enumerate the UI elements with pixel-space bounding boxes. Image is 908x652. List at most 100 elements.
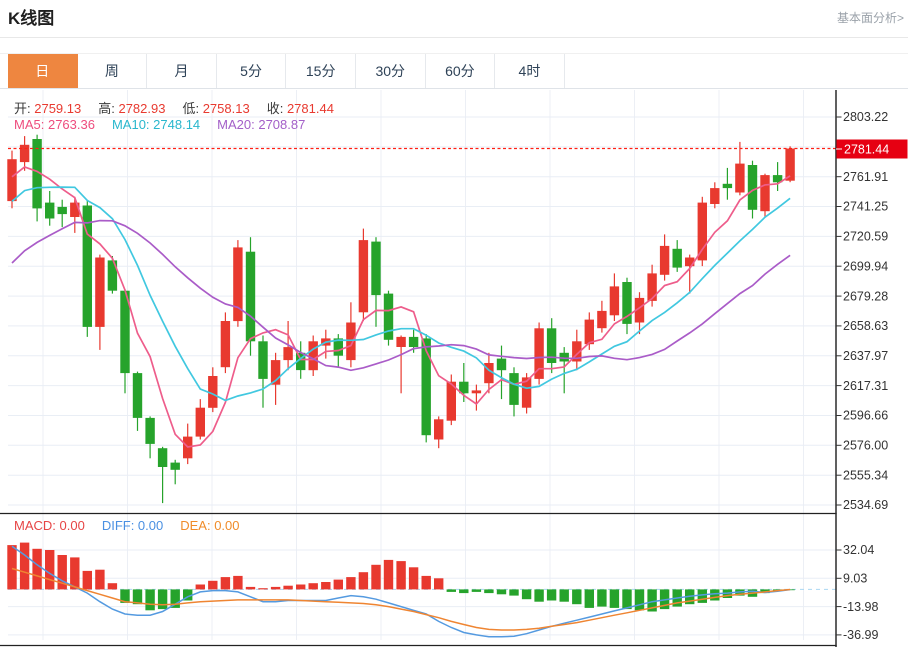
readout-field: 收: 2781.44 (267, 101, 334, 116)
readout-field: MA20: 2708.87 (217, 117, 305, 132)
candle-body (422, 338, 431, 435)
macd-bar (32, 549, 41, 590)
interval-tab[interactable]: 周 (78, 54, 148, 88)
macd-bar (196, 585, 205, 590)
macd-bar (534, 589, 543, 601)
field-value: 2782.93 (118, 101, 165, 116)
macd-bar (7, 545, 16, 589)
macd-bar (145, 589, 154, 610)
interval-tab[interactable]: 15分 (286, 54, 356, 88)
price-axis-label: 2761.91 (843, 170, 888, 184)
price-axis-label: 2658.63 (843, 319, 888, 333)
readout-field: MA5: 2763.36 (14, 117, 95, 132)
candle-body (673, 249, 682, 268)
readout-field: DEA: 0.00 (180, 518, 239, 533)
field-label: 开: (14, 101, 34, 116)
price-axis-label: 2720.59 (843, 230, 888, 244)
macd-axis-label: -36.99 (843, 628, 878, 642)
candle-body (20, 145, 29, 162)
candle-body (748, 165, 757, 210)
price-axis-label: 2741.25 (843, 200, 888, 214)
candle-body (585, 320, 594, 345)
macd-bar (522, 589, 531, 599)
candle-body (597, 311, 606, 328)
candle-body (145, 418, 154, 444)
price-axis-label: 2576.00 (843, 439, 888, 453)
macd-bar (95, 570, 104, 590)
macd-bar (560, 589, 569, 601)
candle-body (710, 188, 719, 204)
macd-bar (698, 589, 707, 603)
macd-bar (171, 589, 180, 608)
macd-bar (283, 586, 292, 590)
macd-bar (710, 589, 719, 600)
macd-bar (509, 589, 518, 595)
macd-bar (472, 589, 481, 592)
macd-bar (83, 571, 92, 590)
macd-bar (346, 577, 355, 589)
candle-body (133, 373, 142, 418)
price-axis-label: 2534.69 (843, 498, 888, 512)
macd-bar (208, 581, 217, 590)
field-label: MACD: (14, 518, 60, 533)
macd-bar (371, 565, 380, 590)
candle-body (95, 258, 104, 327)
macd-bar (45, 550, 54, 589)
field-value: 2748.14 (153, 117, 200, 132)
price-axis-label: 2596.66 (843, 409, 888, 423)
interval-tab[interactable]: 月 (147, 54, 217, 88)
candle-body (171, 463, 180, 470)
candle-body (647, 273, 656, 301)
macd-bar (409, 567, 418, 589)
candle-body (309, 341, 318, 370)
candle-body (735, 164, 744, 193)
macd-bar (610, 589, 619, 608)
candle-body (258, 341, 267, 379)
ma-readout: MA5: 2763.36 MA10: 2748.14 MA20: 2708.87 (14, 117, 322, 132)
macd-bar (635, 589, 644, 610)
field-label: DEA: (180, 518, 214, 533)
candle-body (723, 184, 732, 188)
field-value: 0.00 (138, 518, 163, 533)
interval-tab[interactable]: 60分 (426, 54, 496, 88)
interval-tab[interactable]: 4时 (495, 54, 565, 88)
candle-body (760, 175, 769, 211)
macd-bar (459, 589, 468, 593)
field-label: MA5: (14, 117, 48, 132)
price-axis-label: 2555.34 (843, 468, 888, 482)
readout-field: MA10: 2748.14 (112, 117, 200, 132)
field-value: 0.00 (214, 518, 239, 533)
field-label: 低: (182, 101, 202, 116)
field-label: MA20: (217, 117, 258, 132)
macd-bar (484, 589, 493, 593)
candle-body (221, 321, 230, 367)
macd-bar (547, 589, 556, 600)
candle-body (196, 408, 205, 437)
price-axis-label: 2617.31 (843, 379, 888, 393)
interval-tab[interactable]: 5分 (217, 54, 287, 88)
price-axis-label: 2803.22 (843, 110, 888, 124)
candle-body (509, 373, 518, 405)
macd-bar (233, 576, 242, 590)
interval-tabs: 日周月5分15分30分60分4时 (0, 53, 908, 89)
field-label: DIFF: (102, 518, 138, 533)
macd-bar (434, 578, 443, 589)
candle-body (396, 337, 405, 347)
macd-bar (321, 582, 330, 589)
candle-body (58, 207, 67, 214)
interval-tab[interactable]: 日 (8, 54, 78, 88)
candle-body (660, 246, 669, 275)
readout-field: 高: 2782.93 (98, 101, 165, 116)
macd-readout: MACD: 0.00DIFF: 0.00DEA: 0.00 (14, 518, 257, 533)
candle-body (785, 149, 794, 181)
candle-body (371, 242, 380, 296)
candle-body (698, 203, 707, 261)
macd-bar (597, 589, 606, 606)
macd-bar (572, 589, 581, 604)
candle-body (283, 347, 292, 360)
macd-bar (359, 572, 368, 589)
macd-bar (309, 583, 318, 589)
candle-body (45, 203, 54, 219)
macd-bar (422, 576, 431, 590)
interval-tab[interactable]: 30分 (356, 54, 426, 88)
